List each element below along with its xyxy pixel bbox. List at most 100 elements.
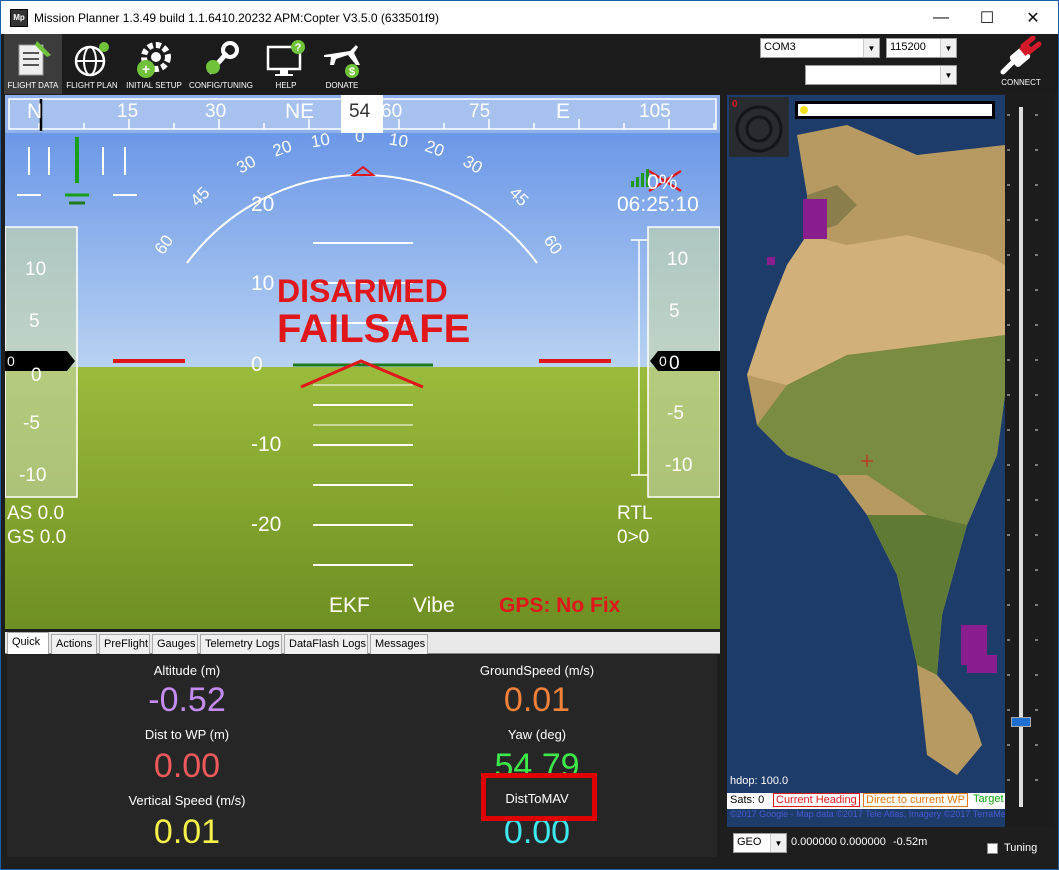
pitch-label: 10 xyxy=(251,272,275,295)
airspeed-readout: AS 0.0 xyxy=(7,503,65,524)
heading-value: 54 xyxy=(349,101,371,122)
flight-plan-button[interactable]: FLIGHT PLAN xyxy=(64,34,120,94)
pitch-label: 0 xyxy=(251,353,263,376)
plug-icon xyxy=(1000,36,1042,75)
tab-dataflash-logs[interactable]: DataFlash Logs xyxy=(284,634,368,654)
hdop-readout: hdop: 100.0 xyxy=(730,775,789,787)
sats-readout: Sats: 0 xyxy=(730,794,765,806)
svg-text:$: $ xyxy=(349,66,355,78)
toolbar-label: HELP xyxy=(275,81,297,90)
flight-plan-icon xyxy=(74,42,109,77)
battery-fill xyxy=(800,106,808,114)
quick-label: DistToMAV xyxy=(505,791,569,806)
config-tuning-icon xyxy=(206,41,239,75)
waypoint-readout: 0>0 xyxy=(617,527,650,548)
initial-setup-button[interactable]: + INITIAL SETUP xyxy=(123,34,185,94)
failsafe-status: FAILSAFE xyxy=(277,307,471,351)
battery-percent: 0% xyxy=(647,171,678,194)
pitch-label: 20 xyxy=(251,193,275,216)
vibe-button[interactable]: Vibe xyxy=(413,594,455,618)
chevron-down-icon: ▼ xyxy=(940,39,956,57)
connect-button[interactable]: CONNECT xyxy=(991,36,1051,92)
home-marker: 0 xyxy=(732,99,738,110)
legend-target-heading: Target Heading xyxy=(973,793,1005,805)
quick-label: Vertical Speed (m/s) xyxy=(128,793,246,808)
quick-label: GroundSpeed (m/s) xyxy=(479,663,595,678)
help-button[interactable]: ? HELP xyxy=(259,34,313,94)
roll-label: 10 xyxy=(387,129,410,152)
gps-status: GPS: No Fix xyxy=(499,594,621,617)
maximize-button[interactable]: ☐ xyxy=(964,1,1010,34)
quick-value: 0.01 xyxy=(153,813,221,851)
armed-status: DISARMED xyxy=(277,273,448,309)
heading-label: 15 xyxy=(117,101,139,122)
hud-graphic xyxy=(5,95,720,629)
app-icon: Mp xyxy=(10,8,28,27)
pitch-label: -10 xyxy=(251,433,282,456)
zoom-ticks xyxy=(1007,114,1038,781)
tuning-label: Tuning xyxy=(1004,842,1038,854)
title-bar: Mp Mission Planner 1.3.49 build 1.1.6410… xyxy=(1,1,1058,34)
help-icon: ? xyxy=(266,40,305,76)
quick-panel: Altitude (m) -0.52 GroundSpeed (m/s) 0.0… xyxy=(7,655,717,857)
heading-label: 60 xyxy=(381,101,403,122)
alt-tape-label: 10 xyxy=(667,249,689,270)
speed-tape-label: 5 xyxy=(29,311,40,332)
tab-gauges[interactable]: Gauges xyxy=(152,634,198,654)
flight-clock: 06:25:10 xyxy=(617,193,699,216)
toolbar-label: FLIGHT DATA xyxy=(7,81,59,90)
chevron-down-icon: ▼ xyxy=(940,66,956,84)
port-value: COM3 xyxy=(764,41,796,53)
heading-label: E xyxy=(556,100,571,123)
tab-actions[interactable]: Actions xyxy=(51,634,97,654)
flight-mode: RTL xyxy=(617,503,653,524)
toolbar-label: CONFIG/TUNING xyxy=(189,81,253,90)
quick-label: Yaw (deg) xyxy=(507,727,567,742)
quick-value: -0.52 xyxy=(148,681,226,719)
hud-display[interactable]: N 15 30 NE 60 75 E 105 54 60 45 30 20 10… xyxy=(5,95,720,629)
heading-label: N xyxy=(27,100,43,123)
heading-label: 75 xyxy=(469,101,491,122)
alt-tape-label: 5 xyxy=(669,301,680,322)
quick-value: 0.01 xyxy=(503,681,571,719)
map-image xyxy=(727,95,1005,827)
coord-system-select[interactable]: GEO ▼ xyxy=(733,833,787,853)
compass-ring-icon xyxy=(735,105,783,153)
heading-label: NE xyxy=(285,100,315,123)
donate-icon: $ xyxy=(324,45,360,78)
coord-system-value: GEO xyxy=(737,836,762,848)
tab-messages[interactable]: Messages xyxy=(370,634,428,654)
tab-bar: Quick Actions PreFlight Gauges Telemetry… xyxy=(5,632,720,654)
pitch-label: -20 xyxy=(251,513,282,536)
map-view[interactable]: 0 hdop: 100.0 Sats: 0 Current Heading Di… xyxy=(727,95,1005,827)
ekf-button[interactable]: EKF xyxy=(329,594,370,618)
flight-data-button[interactable]: FLIGHT DATA xyxy=(4,34,62,94)
alt-readout-bottom: -0.52m xyxy=(893,836,928,848)
donate-button[interactable]: $ DONATE xyxy=(315,34,369,94)
alt-tape-label: -10 xyxy=(665,455,693,476)
chevron-down-icon: ▼ xyxy=(770,834,786,852)
flight-data-icon xyxy=(18,41,51,76)
alt-tape-label: 0 xyxy=(669,353,680,374)
legend-direct-to-wp: Direct to current WP xyxy=(863,793,969,807)
config-tuning-button[interactable]: CONFIG/TUNING xyxy=(187,34,255,94)
close-button[interactable]: ✕ xyxy=(1010,1,1056,34)
baud-select[interactable]: 115200 ▼ xyxy=(886,38,957,58)
tab-quick[interactable]: Quick xyxy=(7,632,49,654)
link-select[interactable]: ▼ xyxy=(805,65,957,85)
map-home-widget: 0 xyxy=(729,97,789,157)
heading-label: 30 xyxy=(205,101,227,122)
tab-telemetry-logs[interactable]: Telemetry Logs xyxy=(200,634,282,654)
battery-bar xyxy=(795,101,995,119)
minimize-button[interactable]: — xyxy=(918,1,964,34)
tab-preflight[interactable]: PreFlight xyxy=(99,634,150,654)
port-select[interactable]: COM3 ▼ xyxy=(760,38,880,58)
initial-setup-icon: + xyxy=(137,42,171,78)
map-legend: Sats: 0 Current Heading Direct to curren… xyxy=(727,793,1005,809)
svg-text:?: ? xyxy=(295,42,302,54)
groundspeed-readout: GS 0.0 xyxy=(7,527,67,548)
speed-tape-label: -10 xyxy=(19,465,47,486)
tuning-checkbox[interactable] xyxy=(987,843,998,854)
svg-text:+: + xyxy=(142,61,150,77)
map-copyright: ©2017 Google - Map data ©2017 Tele Atlas… xyxy=(730,809,1005,819)
